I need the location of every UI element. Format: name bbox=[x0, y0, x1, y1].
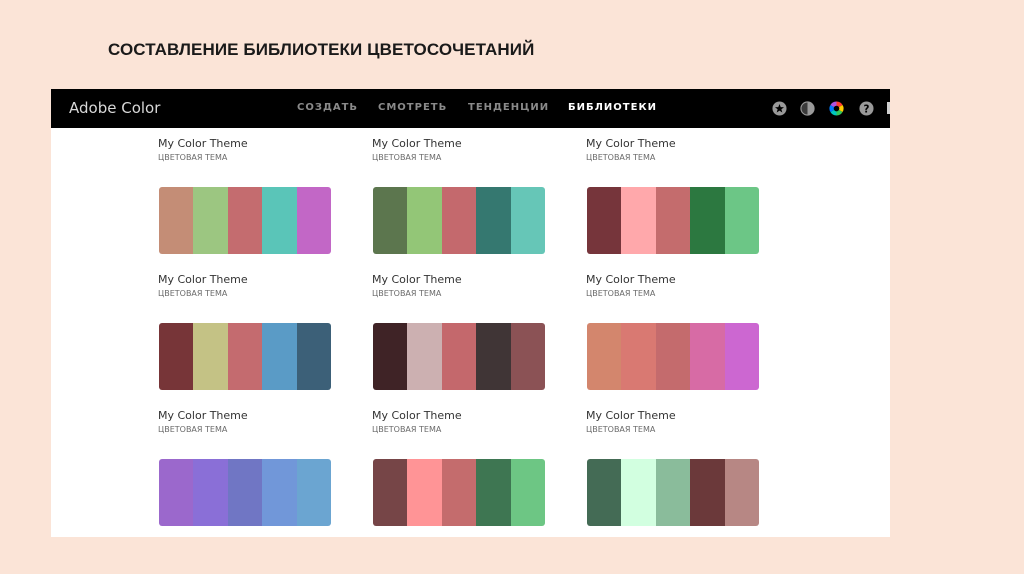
color-swatch[interactable] bbox=[510, 187, 545, 254]
star-icon[interactable] bbox=[772, 101, 787, 116]
color-swatch-strip[interactable] bbox=[587, 459, 759, 526]
color-swatch[interactable] bbox=[690, 187, 725, 254]
help-icon[interactable]: ? bbox=[859, 101, 874, 116]
color-swatch[interactable] bbox=[262, 459, 297, 526]
theme-name[interactable]: My Color Theme bbox=[372, 409, 546, 423]
color-swatch-strip[interactable] bbox=[587, 323, 759, 390]
color-swatch[interactable] bbox=[621, 323, 656, 390]
color-swatch[interactable] bbox=[690, 459, 725, 526]
color-theme-card[interactable]: My Color Theme ЦВЕТОВАЯ ТЕМА bbox=[372, 273, 546, 390]
color-swatch[interactable] bbox=[227, 323, 263, 390]
nav-explore[interactable]: СМОТРЕТЬ bbox=[378, 102, 447, 113]
theme-type-label: ЦВЕТОВАЯ ТЕМА bbox=[372, 425, 442, 434]
theme-type-label: ЦВЕТОВАЯ ТЕМА bbox=[586, 153, 656, 162]
color-swatch[interactable] bbox=[227, 459, 263, 526]
theme-name[interactable]: My Color Theme bbox=[586, 409, 760, 423]
nav-create[interactable]: СОЗДАТЬ bbox=[297, 102, 358, 113]
color-swatch[interactable] bbox=[587, 187, 622, 254]
color-swatch[interactable] bbox=[373, 459, 408, 526]
theme-name[interactable]: My Color Theme bbox=[372, 137, 546, 151]
color-wheel-icon[interactable] bbox=[829, 101, 844, 116]
top-navigation-bar: Adobe Color СОЗДАТЬ СМОТРЕТЬ ТЕНДЕНЦИИ Б… bbox=[51, 89, 890, 128]
color-swatch[interactable] bbox=[262, 323, 297, 390]
color-theme-card[interactable]: My Color Theme ЦВЕТОВАЯ ТЕМА bbox=[586, 409, 760, 526]
color-swatch[interactable] bbox=[159, 459, 194, 526]
color-swatch-strip[interactable] bbox=[587, 187, 759, 254]
color-swatch[interactable] bbox=[296, 459, 331, 526]
color-swatch[interactable] bbox=[587, 323, 622, 390]
color-theme-card[interactable]: My Color Theme ЦВЕТОВАЯ ТЕМА bbox=[372, 137, 546, 254]
color-swatch[interactable] bbox=[655, 459, 691, 526]
color-swatch[interactable] bbox=[193, 187, 228, 254]
color-swatch[interactable] bbox=[476, 187, 511, 254]
color-theme-card[interactable]: My Color Theme ЦВЕТОВАЯ ТЕМА bbox=[586, 273, 760, 390]
color-swatch-strip[interactable] bbox=[159, 323, 331, 390]
theme-name[interactable]: My Color Theme bbox=[372, 273, 546, 287]
color-swatch[interactable] bbox=[476, 323, 511, 390]
color-swatch[interactable] bbox=[655, 187, 691, 254]
color-swatch[interactable] bbox=[262, 187, 297, 254]
color-swatch[interactable] bbox=[587, 459, 622, 526]
color-swatch[interactable] bbox=[690, 323, 725, 390]
color-theme-card[interactable]: My Color Theme ЦВЕТОВАЯ ТЕМА bbox=[586, 137, 760, 254]
color-swatch[interactable] bbox=[476, 459, 511, 526]
brand-logo[interactable]: Adobe Color bbox=[69, 99, 160, 117]
color-swatch[interactable] bbox=[441, 323, 477, 390]
color-swatch[interactable] bbox=[621, 459, 656, 526]
theme-name[interactable]: My Color Theme bbox=[158, 273, 332, 287]
theme-name[interactable]: My Color Theme bbox=[158, 137, 332, 151]
color-swatch[interactable] bbox=[407, 187, 442, 254]
color-swatch[interactable] bbox=[441, 187, 477, 254]
svg-text:?: ? bbox=[864, 103, 870, 115]
theme-name[interactable]: My Color Theme bbox=[586, 137, 760, 151]
color-swatch[interactable] bbox=[159, 187, 194, 254]
color-swatch[interactable] bbox=[296, 187, 331, 254]
color-swatch-strip[interactable] bbox=[373, 187, 545, 254]
color-theme-card[interactable]: My Color Theme ЦВЕТОВАЯ ТЕМА bbox=[158, 137, 332, 254]
theme-type-label: ЦВЕТОВАЯ ТЕМА bbox=[158, 425, 228, 434]
color-swatch[interactable] bbox=[407, 323, 442, 390]
color-swatch[interactable] bbox=[227, 187, 263, 254]
panel-edge-tab[interactable] bbox=[887, 102, 890, 114]
contrast-icon[interactable] bbox=[800, 101, 815, 116]
theme-name[interactable]: My Color Theme bbox=[158, 409, 332, 423]
color-swatch-strip[interactable] bbox=[373, 323, 545, 390]
theme-type-label: ЦВЕТОВАЯ ТЕМА bbox=[372, 153, 442, 162]
color-swatch[interactable] bbox=[441, 459, 477, 526]
theme-type-label: ЦВЕТОВАЯ ТЕМА bbox=[586, 425, 656, 434]
color-swatch[interactable] bbox=[655, 323, 691, 390]
color-theme-card[interactable]: My Color Theme ЦВЕТОВАЯ ТЕМА bbox=[158, 273, 332, 390]
theme-name[interactable]: My Color Theme bbox=[586, 273, 760, 287]
color-swatch[interactable] bbox=[510, 459, 545, 526]
color-swatch-strip[interactable] bbox=[159, 459, 331, 526]
color-swatch[interactable] bbox=[407, 459, 442, 526]
adobe-color-window: Adobe Color СОЗДАТЬ СМОТРЕТЬ ТЕНДЕНЦИИ Б… bbox=[51, 89, 890, 537]
nav-trends[interactable]: ТЕНДЕНЦИИ bbox=[468, 102, 549, 113]
nav-libraries[interactable]: БИБЛИОТЕКИ bbox=[568, 102, 657, 113]
color-swatch[interactable] bbox=[724, 459, 759, 526]
color-swatch[interactable] bbox=[296, 323, 331, 390]
color-swatch-strip[interactable] bbox=[373, 459, 545, 526]
theme-type-label: ЦВЕТОВАЯ ТЕМА bbox=[158, 289, 228, 298]
color-swatch-strip[interactable] bbox=[159, 187, 331, 254]
color-theme-card[interactable]: My Color Theme ЦВЕТОВАЯ ТЕМА bbox=[158, 409, 332, 526]
color-swatch[interactable] bbox=[159, 323, 194, 390]
color-swatch[interactable] bbox=[193, 459, 228, 526]
slide-title: СОСТАВЛЕНИЕ БИБЛИОТЕКИ ЦВЕТОСОЧЕТАНИЙ bbox=[108, 40, 535, 59]
theme-type-label: ЦВЕТОВАЯ ТЕМА bbox=[372, 289, 442, 298]
theme-type-label: ЦВЕТОВАЯ ТЕМА bbox=[586, 289, 656, 298]
theme-type-label: ЦВЕТОВАЯ ТЕМА bbox=[158, 153, 228, 162]
color-swatch[interactable] bbox=[621, 187, 656, 254]
color-swatch[interactable] bbox=[193, 323, 228, 390]
color-swatch[interactable] bbox=[510, 323, 545, 390]
color-swatch[interactable] bbox=[724, 187, 759, 254]
color-swatch[interactable] bbox=[373, 187, 408, 254]
color-theme-card[interactable]: My Color Theme ЦВЕТОВАЯ ТЕМА bbox=[372, 409, 546, 526]
color-swatch[interactable] bbox=[724, 323, 759, 390]
color-swatch[interactable] bbox=[373, 323, 408, 390]
